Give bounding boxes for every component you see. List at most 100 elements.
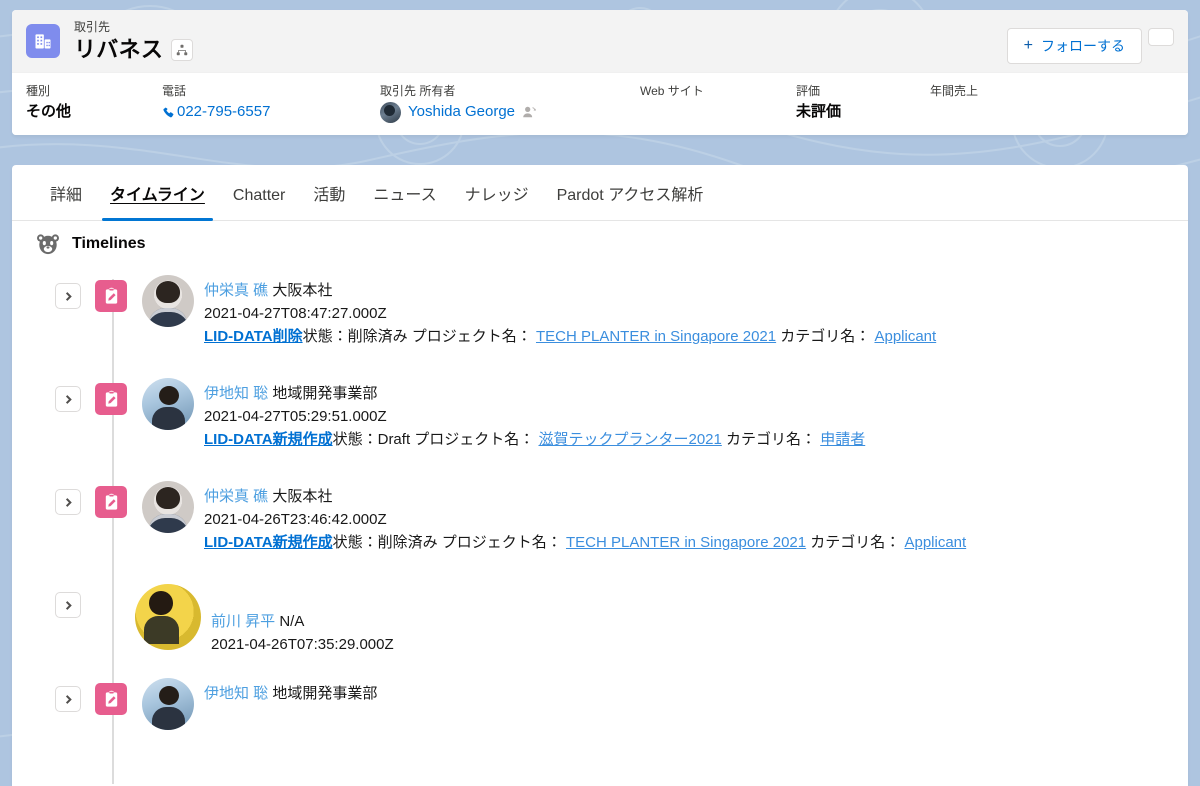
more-actions-button[interactable] xyxy=(1148,28,1174,46)
timeline-project-label: プロジェクト名： xyxy=(414,431,535,448)
timeline-project-link[interactable]: 滋賀テックプランター2021 xyxy=(538,431,721,448)
record-name-row: リバネス xyxy=(74,36,1007,64)
phone-link[interactable]: 022-795-6557 xyxy=(177,101,270,123)
expand-toggle[interactable] xyxy=(55,283,81,309)
field-label: 取引先 所有者 xyxy=(380,84,456,98)
phone-icon xyxy=(163,106,174,117)
timeline-category-label: カテゴリ名： xyxy=(726,431,817,448)
expand-toggle[interactable] xyxy=(55,489,81,515)
timeline-action-link[interactable]: LID-DATA削除 xyxy=(204,328,303,345)
tab-pardot[interactable]: Pardot アクセス解析 xyxy=(543,170,718,220)
change-owner-icon xyxy=(523,106,536,118)
timeline-item-user-line: 伊地知 聡 地域開発事業部 xyxy=(204,682,377,705)
field-value: 未評価 xyxy=(796,103,842,120)
task-clipboard-pencil-icon xyxy=(95,280,127,312)
field-value: 022-795-6557 xyxy=(162,101,362,123)
timeline-item-detail-line: LID-DATA削除状態：削除済み プロジェクト名： TECH PLANTER … xyxy=(204,325,936,348)
expand-toggle[interactable] xyxy=(55,592,81,618)
task-clipboard-pencil-icon xyxy=(95,683,127,715)
page-root: 取引先 リバネス + フォローする 種別 その他 電話 022-795-6557… xyxy=(0,0,1200,786)
chevron-right-icon xyxy=(65,394,72,404)
timeline-project-link[interactable]: TECH PLANTER in Singapore 2021 xyxy=(536,328,776,345)
task-clipboard-pencil-icon xyxy=(95,383,127,415)
timeline-user-link[interactable]: 伊地知 聡 xyxy=(204,385,268,402)
record-highlights-panel: 取引先 リバネス + フォローする 種別 その他 電話 022-795-6557… xyxy=(12,10,1188,135)
timeline-category-link[interactable]: Applicant xyxy=(874,328,936,345)
timeline-user-link[interactable]: 伊地知 聡 xyxy=(204,685,268,702)
tab-chatter[interactable]: Chatter xyxy=(219,170,299,220)
follow-button[interactable]: + フォローする xyxy=(1006,28,1142,64)
field-label: Web サイト xyxy=(640,84,704,98)
tab-news[interactable]: ニュース xyxy=(359,170,450,220)
timeline-user-link[interactable]: 仲栄真 礁 xyxy=(204,282,268,299)
owner-link[interactable]: Yoshida George xyxy=(408,101,515,123)
timeline-user-department: N/A xyxy=(279,613,305,630)
tab-timeline[interactable]: タイムライン xyxy=(96,170,219,221)
timeline-status-label: 状態： xyxy=(302,328,348,345)
expand-toggle[interactable] xyxy=(55,386,81,412)
timeline-project-link[interactable]: TECH PLANTER in Singapore 2021 xyxy=(566,534,806,551)
timeline-item: 仲栄真 礁 大阪本社 2021-04-26T23:46:42.000Z LID-… xyxy=(12,481,1188,584)
tab-activity[interactable]: 活動 xyxy=(299,170,359,220)
timeline-item-body: 仲栄真 礁 大阪本社 2021-04-27T08:47:27.000Z LID-… xyxy=(204,275,936,348)
avatar xyxy=(380,101,401,123)
timeline-item-timestamp: 2021-04-26T07:35:29.000Z xyxy=(211,636,394,653)
expand-toggle[interactable] xyxy=(55,686,81,712)
timeline-category-link[interactable]: 申請者 xyxy=(820,431,865,448)
field-label: 電話 xyxy=(162,84,187,98)
plus-icon: + xyxy=(1023,37,1033,54)
tab-details[interactable]: 詳細 xyxy=(36,170,96,220)
timeline-item-detail-line: LID-DATA新規作成状態：Draft プロジェクト名： 滋賀テックプランター… xyxy=(204,428,865,451)
hierarchy-icon[interactable] xyxy=(171,39,194,61)
timeline-item-user-line: 仲栄真 礁 大阪本社 xyxy=(204,279,936,302)
timeline-item: 伊地知 聡 地域開発事業部 xyxy=(12,678,1188,730)
timeline-category-label: カテゴリ名： xyxy=(780,328,871,345)
bear-icon xyxy=(37,234,59,255)
field-phone: 電話 022-795-6557 xyxy=(162,83,380,123)
timeline-item-user-line: 伊地知 聡 地域開発事業部 xyxy=(204,382,865,405)
timeline-item: 仲栄真 礁 大阪本社 2021-04-27T08:47:27.000Z LID-… xyxy=(12,275,1188,378)
timeline-item-timestamp: 2021-04-27T05:29:51.000Z xyxy=(204,408,387,425)
timeline-status-label: 状態： xyxy=(332,431,378,448)
timeline-user-department: 大阪本社 xyxy=(272,488,333,505)
timeline-item: 伊地知 聡 地域開発事業部 2021-04-27T05:29:51.000Z L… xyxy=(12,378,1188,481)
task-clipboard-pencil-icon xyxy=(95,486,127,518)
timeline-project-label: プロジェクト名： xyxy=(411,328,532,345)
timeline-item-user-line: 前川 昇平 N/A xyxy=(211,610,394,633)
timeline-action-link[interactable]: LID-DATA新規作成 xyxy=(204,534,333,551)
timeline-item-body: 仲栄真 礁 大阪本社 2021-04-26T23:46:42.000Z LID-… xyxy=(204,481,966,554)
chevron-right-icon xyxy=(65,694,72,704)
timeline-user-link[interactable]: 前川 昇平 xyxy=(211,613,275,630)
chevron-right-icon xyxy=(65,291,72,301)
field-website: Web サイト xyxy=(640,83,796,123)
timeline-item-timestamp: 2021-04-26T23:46:42.000Z xyxy=(204,511,387,528)
timeline-item-body: 前川 昇平 N/A 2021-04-26T07:35:29.000Z xyxy=(211,584,394,656)
field-value: Yoshida George xyxy=(380,101,622,123)
timeline-status-label: 状態： xyxy=(332,534,378,551)
field-annual-revenue: 年間売上 xyxy=(930,83,1090,123)
field-account-owner: 取引先 所有者 Yoshida George xyxy=(380,83,640,123)
avatar xyxy=(142,275,194,327)
timeline-item: 前川 昇平 N/A 2021-04-26T07:35:29.000Z xyxy=(12,584,1188,678)
timeline-user-link[interactable]: 仲栄真 礁 xyxy=(204,488,268,505)
tab-knowledge[interactable]: ナレッジ xyxy=(451,170,543,220)
avatar xyxy=(135,584,201,650)
timeline-status-value: 削除済み xyxy=(377,534,438,551)
timeline-project-label: プロジェクト名： xyxy=(441,534,562,551)
timeline-item-body: 伊地知 聡 地域開発事業部 2021-04-27T05:29:51.000Z L… xyxy=(204,378,865,451)
timeline-item-user-line: 仲栄真 礁 大阪本社 xyxy=(204,485,966,508)
field-label: 年間売上 xyxy=(930,84,979,98)
timeline-category-label: カテゴリ名： xyxy=(810,534,901,551)
timeline-item-detail-line: LID-DATA新規作成状態：削除済み プロジェクト名： TECH PLANTE… xyxy=(204,531,966,554)
follow-button-label: フォローする xyxy=(1041,38,1125,54)
page-title: リバネス xyxy=(74,37,164,62)
field-type: 種別 その他 xyxy=(26,83,162,123)
record-title-block: 取引先 リバネス xyxy=(74,20,1007,64)
timeline-panel-title: Timelines xyxy=(72,235,146,252)
timeline-category-link[interactable]: Applicant xyxy=(904,534,966,551)
avatar xyxy=(142,378,194,430)
timeline-panel-header: Timelines xyxy=(12,221,1188,261)
record-detail-panel: 詳細 タイムライン Chatter 活動 ニュース ナレッジ Pardot アク… xyxy=(12,165,1188,786)
timeline-action-link[interactable]: LID-DATA新規作成 xyxy=(204,431,333,448)
field-label: 評価 xyxy=(796,84,821,98)
